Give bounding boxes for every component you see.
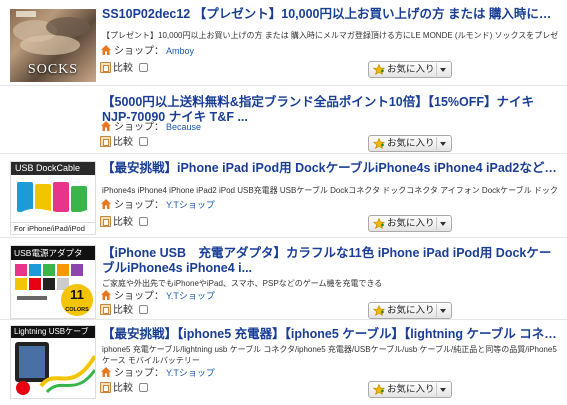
product-image[interactable]: USB DockCable For iPhone/iPad/iPod [10,161,96,235]
star-icon [373,384,385,395]
favorite-button[interactable]: お気に入り [368,381,452,398]
shop-link[interactable]: Amboy [166,46,194,56]
house-icon [101,367,111,377]
compare-checkbox[interactable] [139,305,148,314]
dropdown-arrow-icon[interactable] [440,222,446,226]
house-icon [101,121,111,131]
star-icon [373,218,385,229]
compare-control: 比較 [100,381,148,397]
compare-icon [100,62,111,73]
shop-link[interactable]: Because [166,122,201,132]
compare-checkbox[interactable] [139,63,148,72]
shop-link[interactable]: Y.Tショップ [166,291,215,301]
compare-label: 比較 [113,63,133,74]
compare-label: 比較 [113,217,133,228]
item-title[interactable]: 【iPhone USB 充電アダプタ】カラフルな11色 iPhone iPad … [102,246,559,276]
compare-checkbox[interactable] [139,217,148,226]
item-description: iphone5 充電ケーブル/lightning usb ケーブル コネクタ/i… [102,345,557,365]
item-title[interactable]: SS10P02dec12 【プレゼント】10,000円以上お買い上げの方 または… [102,7,559,22]
shop-line: ショップ： Y.Tショップ [100,289,215,303]
product-image[interactable]: USB電源アダプタ 11 COLORS [10,245,96,319]
house-icon [101,45,111,55]
compare-checkbox[interactable] [139,137,148,146]
shop-label: ショップ： [114,46,164,57]
shop-link[interactable]: Y.Tショップ [166,368,215,378]
shop-line: ショップ： Because [100,120,201,134]
dropdown-arrow-icon[interactable] [440,142,446,146]
compare-icon [100,382,111,393]
shop-label: ショップ： [114,368,164,379]
shop-label: ショップ： [114,200,164,211]
favorite-label: お気に入り [387,64,435,75]
favorite-button[interactable]: お気に入り [368,302,452,319]
favorite-label: お気に入り [387,138,435,149]
item-description: ご家庭や外出先でもiPhoneやiPad、スマホ、PSPなどのゲーム機を充電でき… [102,279,383,288]
dropdown-arrow-icon[interactable] [440,309,446,313]
lightning-cable-photo [15,342,95,395]
item-description: 【プレゼント】10,000円以上お買い上げの方 または 購入時にメルマガ登録頂け… [102,31,559,40]
favorite-label: お気に入り [387,305,435,316]
product-image[interactable]: Lightning USBケーブル [10,325,96,399]
favorite-label: お気に入り [387,218,435,229]
compare-label: 比較 [113,305,133,316]
list-item: USB電源アダプタ 11 COLORS 【iPhone USB 充電アダプタ】カラ… [0,238,567,320]
compare-control: 比較 [100,303,148,319]
shop-line: ショップ： Y.Tショップ [100,366,215,380]
compare-control: 比較 [100,215,148,231]
star-icon [373,138,385,149]
shop-line: ショップ： Amboy [100,44,194,58]
compare-control: 比較 [100,61,148,77]
compare-icon [100,216,111,227]
list-item: USB DockCable For iPhone/iPad/iPod 【最安挑戦… [0,154,567,238]
dropdown-arrow-icon[interactable] [440,68,446,72]
colors-badge: 11 COLORS [61,284,93,316]
compare-label: 比較 [113,137,133,148]
dropdown-arrow-icon[interactable] [440,388,446,392]
search-result-list: SOCKS SS10P02dec12 【プレゼント】10,000円以上お買い上げ… [0,0,567,405]
compare-icon [100,136,111,147]
item-description: iPhone4s iPhone4 iPhone iPad2 iPod USB充電… [102,186,558,195]
compare-checkbox[interactable] [139,383,148,392]
compare-label: 比較 [113,383,133,394]
star-icon [373,64,385,75]
favorite-button[interactable]: お気に入り [368,215,452,232]
shop-link[interactable]: Y.Tショップ [166,200,215,210]
product-image[interactable]: SOCKS [10,9,96,82]
item-title[interactable]: 【最安挑戦】【iphone5 充電器】【iphone5 ケーブル】【lightn… [102,327,559,342]
thumb-footer: For iPhone/iPad/iPod [11,222,95,234]
favorite-button[interactable]: お気に入り [368,135,452,152]
list-item: SOCKS SS10P02dec12 【プレゼント】10,000円以上お買い上げ… [0,0,567,86]
favorite-label: お気に入り [387,384,435,395]
list-item: 【5000円以上送料無料&指定ブランド全品ポイント10倍】【15%OFF】ナイキ… [0,86,567,154]
star-icon [373,305,385,316]
thumb-label: SOCKS [27,62,79,77]
compare-control: 比較 [100,135,148,151]
shop-label: ショップ： [114,291,164,302]
shop-line: ショップ： Y.Tショップ [100,198,215,212]
compare-icon [100,304,111,315]
item-title[interactable]: 【最安挑戦】iPhone iPad iPod用 DockケーブルiPhone4s… [102,161,559,176]
favorite-button[interactable]: お気に入り [368,61,452,78]
house-icon [101,290,111,300]
shop-label: ショップ： [114,122,164,133]
list-item: Lightning USBケーブル 【最安挑戦】【iphone5 充電器】【ip… [0,320,567,405]
house-icon [101,199,111,209]
